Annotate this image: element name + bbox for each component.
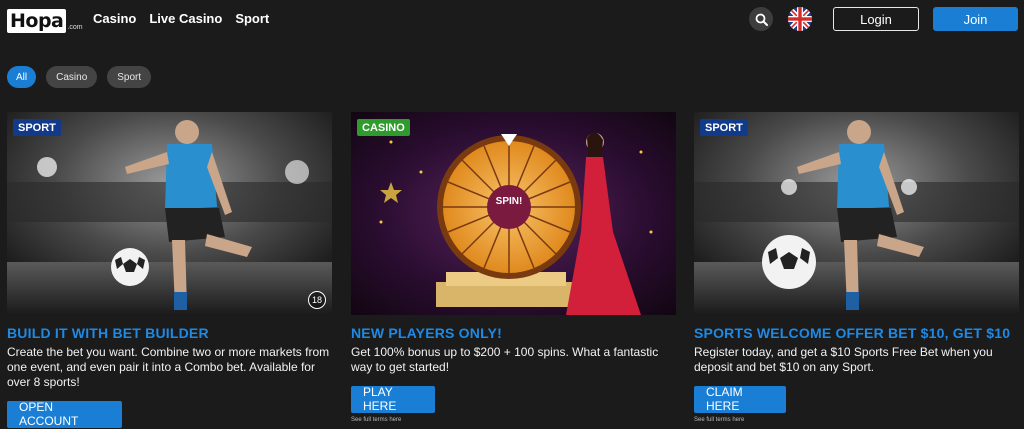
join-button[interactable]: Join — [933, 7, 1018, 31]
category-tag: SPORT — [700, 119, 748, 136]
card-description: Get 100% bonus up to $200 + 100 spins. W… — [351, 345, 659, 374]
promo-card-bet-builder: SPORT 18 BUILD IT WITH BET BUILDER Creat… — [7, 112, 332, 428]
language-selector[interactable] — [788, 7, 812, 31]
card-title: BUILD IT WITH BET BUILDER — [7, 325, 209, 341]
nav-casino[interactable]: Casino — [93, 11, 136, 26]
spin-label: SPIN! — [495, 196, 523, 207]
promo-image-football[interactable]: SPORT — [694, 112, 1019, 315]
search-icon — [755, 13, 768, 26]
terms-link[interactable]: See full terms here — [351, 417, 676, 423]
prize-wheel-illustration — [351, 112, 676, 315]
category-tag: SPORT — [13, 119, 61, 136]
logo-text: Hopa — [7, 9, 67, 33]
play-here-button[interactable]: PLAY HERE — [351, 385, 435, 413]
football-player-illustration — [694, 112, 1019, 315]
card-title: SPORTS WELCOME OFFER BET $10, GET $10 — [694, 325, 1011, 341]
page: Hopa .com Casino Live Casino Sport Login… — [0, 0, 1024, 429]
nav-live-casino[interactable]: Live Casino — [149, 11, 222, 26]
card-title: NEW PLAYERS ONLY! — [351, 325, 502, 341]
logo-suffix: .com — [67, 24, 83, 31]
logo[interactable]: Hopa .com — [7, 5, 83, 33]
filter-all[interactable]: All — [7, 66, 37, 88]
promo-card-new-players: SPIN! CASINO NEW PLAYERS ONLY! Get 100% … — [351, 112, 676, 423]
filter-casino[interactable]: Casino — [46, 66, 98, 88]
terms-link[interactable]: See full terms here — [694, 417, 1019, 423]
open-account-button[interactable]: OPEN ACCOUNT — [7, 400, 122, 428]
category-tag: CASINO — [357, 119, 410, 136]
filter-sport[interactable]: Sport — [107, 66, 152, 88]
football-player-illustration — [7, 112, 332, 315]
nav-sport[interactable]: Sport — [235, 11, 269, 26]
promo-image-football[interactable]: SPORT 18 — [7, 112, 332, 315]
filter-pills: All Casino Sport — [7, 66, 152, 88]
uk-flag-icon — [788, 7, 812, 31]
age-restriction-badge: 18 — [308, 291, 326, 309]
header: Hopa .com Casino Live Casino Sport Login… — [0, 0, 1024, 40]
promo-image-wheel[interactable]: SPIN! CASINO — [351, 112, 676, 315]
search-button[interactable] — [749, 7, 773, 31]
card-description: Create the bet you want. Combine two or … — [7, 345, 330, 389]
promo-card-sports-welcome: SPORT SPORTS WELCOME OFFER BET $10, GET … — [694, 112, 1019, 423]
card-description: Register today, and get a $10 Sports Fre… — [694, 345, 993, 374]
claim-here-button[interactable]: CLAIM HERE — [694, 385, 786, 413]
main-nav: Casino Live Casino Sport — [93, 11, 269, 26]
login-button[interactable]: Login — [833, 7, 919, 31]
